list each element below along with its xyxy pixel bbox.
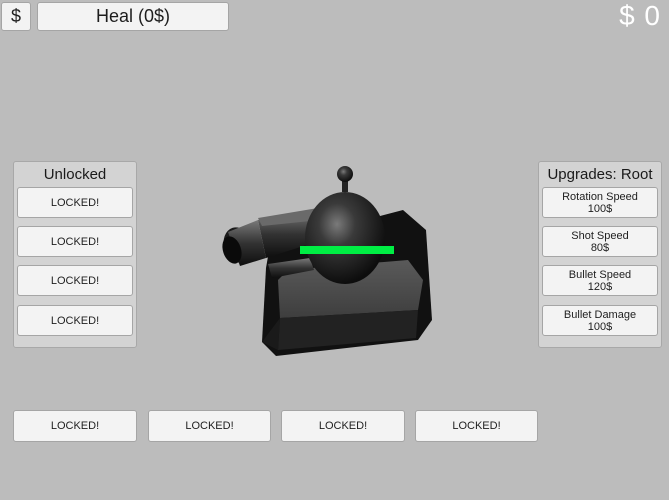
bottom-slot-1[interactable]: LOCKED! (13, 410, 137, 442)
tank-turret (305, 166, 385, 284)
player-tank (222, 166, 432, 356)
unlocked-slot-1[interactable]: LOCKED! (17, 187, 133, 218)
unlocked-panel-title: Unlocked (43, 166, 107, 183)
upgrade-bullet-damage-button[interactable]: Bullet Damage 100$ (542, 305, 658, 336)
money-display: $ 0 (619, 0, 661, 31)
unlocked-slot-2[interactable]: LOCKED! (17, 226, 133, 257)
unlocked-slot-3[interactable]: LOCKED! (17, 265, 133, 296)
bottom-slot-3[interactable]: LOCKED! (281, 410, 405, 442)
upgrade-name: Bullet Damage (563, 308, 637, 321)
upgrade-shot-speed-button[interactable]: Shot Speed 80$ (542, 226, 658, 257)
unlocked-slot-4[interactable]: LOCKED! (17, 305, 133, 336)
upgrade-price: 80$ (590, 241, 610, 254)
upgrade-price: 100$ (587, 202, 613, 215)
bottom-slot-2[interactable]: LOCKED! (148, 410, 271, 442)
upgrade-price: 100$ (587, 320, 613, 333)
upgrades-panel-title: Upgrades: Root (547, 166, 653, 183)
shop-button[interactable]: $ (1, 2, 31, 31)
upgrade-bullet-speed-button[interactable]: Bullet Speed 120$ (542, 265, 658, 296)
bottom-slot-4[interactable]: LOCKED! (415, 410, 538, 442)
tank-health-bar (300, 246, 394, 254)
upgrade-name: Bullet Speed (568, 268, 632, 281)
upgrade-rotation-speed-button[interactable]: Rotation Speed 100$ (542, 187, 658, 218)
heal-button[interactable]: Heal (0$) (37, 2, 229, 31)
upgrade-name: Shot Speed (571, 229, 629, 242)
upgrade-name: Rotation Speed (562, 190, 638, 203)
upgrade-price: 120$ (587, 280, 613, 293)
